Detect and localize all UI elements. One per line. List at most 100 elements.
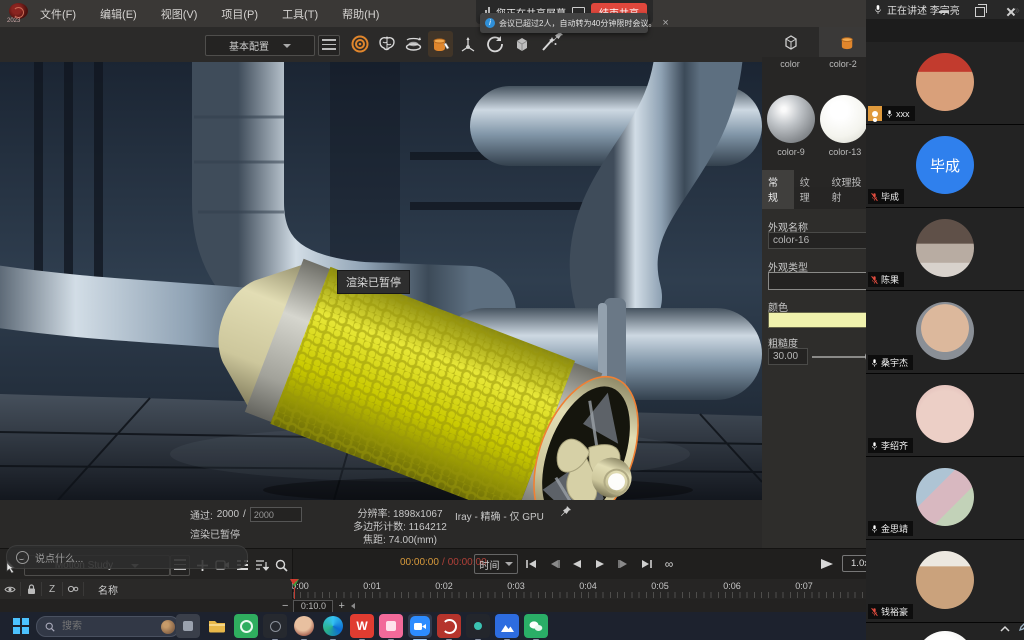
dark-app-icon[interactable]	[263, 614, 287, 638]
search-input[interactable]	[60, 620, 156, 633]
chevron-down-icon	[283, 44, 291, 48]
search-icon[interactable]	[271, 555, 291, 575]
color-swatch-bar[interactable]	[768, 312, 873, 328]
pink-app-icon[interactable]	[379, 614, 403, 638]
rotate-icon[interactable]	[482, 31, 507, 57]
avatar: 毕成	[916, 136, 974, 194]
loop-button[interactable]: ∞	[660, 555, 678, 573]
tab-general[interactable]: 常规	[762, 170, 794, 209]
frame-back-button[interactable]	[545, 555, 563, 573]
pin-icon[interactable]	[560, 505, 572, 520]
avatar	[916, 219, 974, 277]
tray-pen-icon[interactable]	[1018, 619, 1024, 637]
appearance-name-input[interactable]	[768, 232, 873, 249]
participant-video[interactable]: xxx	[866, 42, 1024, 125]
avatar	[916, 385, 974, 443]
minimize-button[interactable]	[934, 4, 954, 20]
chevron-down-icon	[505, 562, 513, 566]
participant-name: 钱裕豪	[881, 605, 908, 618]
participant-video[interactable]: 李绍齐	[866, 374, 1024, 457]
zoom-out-button[interactable]: −	[282, 601, 288, 611]
tab-texture[interactable]: 纹理	[794, 170, 826, 209]
contacts-app-icon[interactable]	[292, 614, 316, 638]
tab-scene[interactable]	[762, 27, 819, 57]
preset-list-button[interactable]	[318, 35, 340, 56]
play-reverse-button[interactable]	[568, 555, 586, 573]
restore-button[interactable]	[970, 4, 990, 20]
render-paused-tooltip: 渲染已暂停	[337, 270, 410, 294]
green-app-icon[interactable]	[234, 614, 258, 638]
preset-dropdown[interactable]: 基本配置	[205, 35, 315, 56]
wps-icon[interactable]: W	[350, 614, 374, 638]
wechat-icon[interactable]	[524, 614, 548, 638]
target-icon[interactable]	[347, 31, 372, 57]
collapse-arrow-icon[interactable]	[350, 602, 356, 610]
search-highlight-icon	[161, 620, 175, 634]
swatch-label-partial: color-2	[818, 59, 868, 69]
turntable-icon[interactable]	[401, 31, 426, 57]
passes-input[interactable]	[250, 507, 302, 522]
participant-video[interactable]: 毕成 毕成	[866, 125, 1024, 208]
tray-expand-icon[interactable]	[1000, 620, 1010, 638]
eye-icon[interactable]	[0, 582, 21, 596]
participant-video[interactable]: 陈果	[866, 208, 1024, 291]
sort-icon[interactable]	[252, 555, 272, 575]
participant-name: 毕成	[881, 190, 899, 203]
photos-app-icon[interactable]	[495, 614, 519, 638]
swatch-color-13[interactable]	[820, 95, 868, 143]
passes-total: 2000	[217, 509, 239, 520]
skip-start-button[interactable]	[522, 555, 540, 573]
timeline-scale-input[interactable]	[293, 600, 333, 613]
motion-camera-icon[interactable]	[63, 582, 84, 596]
task-view-icon[interactable]	[176, 614, 200, 638]
start-button[interactable]	[13, 618, 29, 634]
swatch-name: color-9	[764, 147, 818, 157]
menu-project[interactable]: 项目(P)	[217, 4, 262, 24]
roughness-slider-track[interactable]	[812, 356, 870, 358]
participant-video[interactable]: 金思靖	[866, 457, 1024, 540]
menu-file[interactable]: 文件(F)	[36, 4, 80, 24]
frame-forward-button[interactable]	[614, 555, 632, 573]
meeting-chat-input[interactable]: 说点什么...	[6, 545, 248, 569]
swatch-color-9[interactable]	[767, 95, 815, 143]
info-icon: i	[485, 18, 495, 28]
appearance-tabs: 常规 纹理 纹理投射	[762, 187, 877, 209]
brain-icon[interactable]	[374, 31, 399, 57]
track-header: Z 名称	[0, 579, 292, 600]
dark-app-2-icon[interactable]	[466, 614, 490, 638]
menu-edit[interactable]: 编辑(E)	[96, 4, 141, 24]
menu-help[interactable]: 帮助(H)	[338, 4, 383, 24]
tencent-meeting-icon[interactable]	[408, 614, 432, 638]
mic-on-icon	[871, 358, 878, 368]
roughness-input[interactable]	[768, 348, 808, 365]
zoom-in-button[interactable]: +	[338, 601, 344, 611]
flag-icon[interactable]	[820, 557, 834, 575]
toast-close-icon[interactable]: ×	[662, 17, 668, 29]
participant-name: xxx	[896, 109, 910, 119]
skip-end-button[interactable]	[637, 555, 655, 573]
menu-tools[interactable]: 工具(T)	[278, 4, 322, 24]
box-icon[interactable]	[509, 31, 534, 57]
avatar	[916, 551, 974, 609]
time-mode-dropdown[interactable]: 时间	[474, 554, 518, 574]
viewport-3d[interactable]: 渲染已暂停	[0, 62, 762, 500]
taskbar-search[interactable]	[36, 616, 180, 637]
render-stats-bar: 通过: 2000 / 渲染已暂停 分辨率: 1898x1067 多边形计数: 1…	[0, 500, 762, 548]
solidworks-logo-icon	[9, 3, 28, 19]
axes-icon[interactable]	[455, 31, 480, 57]
participant-video[interactable]: 钱裕豪	[866, 540, 1024, 623]
solidworks-icon[interactable]	[437, 614, 461, 638]
participant-video[interactable]: 桑宇杰	[866, 291, 1024, 374]
participant-name: 陈果	[881, 273, 899, 286]
edge-browser-icon[interactable]	[321, 614, 345, 638]
curve-icon[interactable]: Z	[42, 582, 63, 596]
avatar	[916, 468, 974, 526]
menu-view[interactable]: 视图(V)	[157, 4, 202, 24]
paint-bucket-icon[interactable]	[428, 31, 453, 57]
lock-icon[interactable]	[21, 582, 42, 596]
swatch-label-partial: color	[768, 59, 812, 69]
appearance-type-dropdown[interactable]	[768, 272, 871, 290]
play-button[interactable]	[591, 555, 609, 573]
mic-muted-icon	[871, 275, 878, 285]
file-explorer-icon[interactable]	[205, 614, 229, 638]
